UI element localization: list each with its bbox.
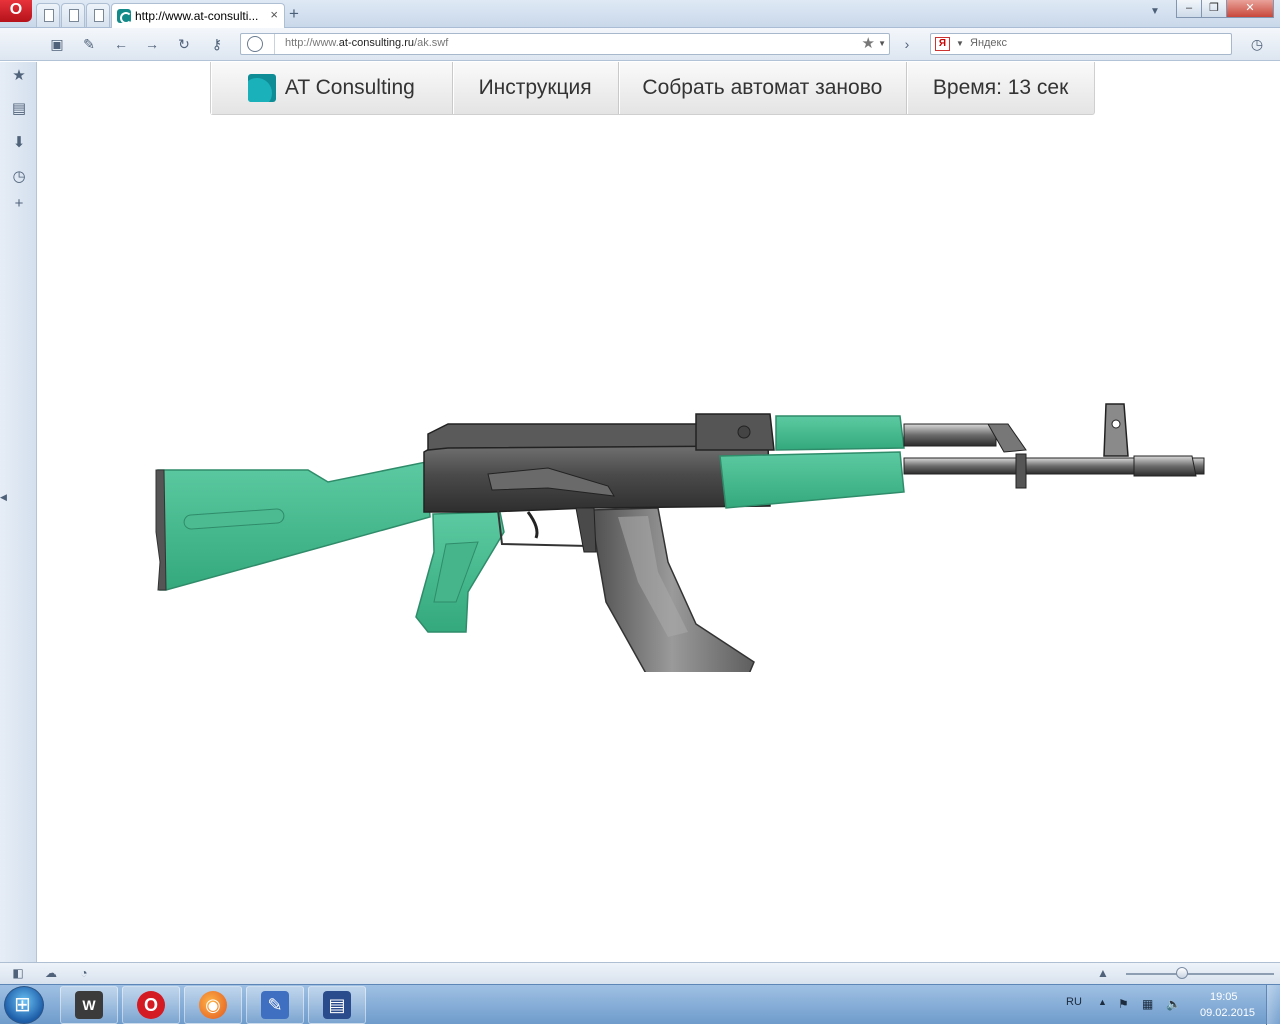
instructions-button[interactable]: Инструкция	[453, 62, 619, 114]
notes-icon[interactable]: ▤	[10, 100, 28, 118]
status-bar: ◧ ☁ ◔ ▲	[0, 962, 1280, 984]
action-center-flag-icon[interactable]: ⚑	[1118, 997, 1129, 1011]
barrel-band	[1015, 453, 1027, 489]
speed-dial-clock-icon[interactable]: ◷	[1248, 35, 1266, 53]
turbo-gauge-icon[interactable]: ◔	[76, 966, 92, 981]
world-of-tanks-icon: W	[75, 991, 103, 1019]
page-content: AT Consulting Инструкция Собрать автомат…	[38, 62, 1280, 962]
url-scheme: http://www.	[285, 37, 339, 49]
tab-close-icon[interactable]: ×	[270, 7, 278, 22]
sidebar-collapse-icon[interactable]: ◀	[0, 492, 7, 503]
closed-tabs-icon[interactable]: ▣	[48, 35, 66, 53]
tab-list-chevron-icon[interactable]: ▼	[1150, 6, 1160, 17]
volume-icon[interactable]: 🔈	[1166, 997, 1181, 1011]
address-separator	[274, 34, 275, 54]
zoom-slider-track[interactable]	[1126, 973, 1274, 975]
opera-unite-cloud-icon[interactable]: ☁	[43, 966, 59, 981]
edit-pen-icon[interactable]: ✎	[80, 35, 98, 53]
tab-active[interactable]: http://www.at-consulti... ×	[111, 3, 285, 28]
search-engine-dropdown-icon[interactable]: ▼	[956, 39, 964, 48]
reassemble-button[interactable]: Собрать автомат заново	[619, 62, 908, 114]
bookmark-star-icon[interactable]: ★	[862, 34, 875, 52]
start-button[interactable]	[4, 986, 44, 1024]
tab-blank-2[interactable]	[61, 3, 85, 27]
timer-display: Время: 13 сек	[907, 62, 1094, 114]
tray-expand-icon[interactable]: ▲	[1098, 997, 1107, 1007]
address-url[interactable]: http://www.at-consulting.ru/ak.swf	[285, 37, 448, 49]
document-icon	[44, 9, 54, 22]
stock-butt-plate	[155, 469, 167, 591]
rear-sight-pivot	[737, 425, 751, 439]
address-dropdown-icon[interactable]: ▼	[878, 39, 886, 48]
opera-icon: O	[137, 991, 165, 1019]
sidebar: ★ ▤ ⬇ ◷ + ◀	[0, 62, 37, 962]
zoom-slider-thumb[interactable]	[1176, 967, 1188, 979]
front-sight[interactable]	[1103, 403, 1129, 457]
trigger[interactable]	[526, 511, 539, 539]
tab-blank-1[interactable]	[36, 3, 60, 27]
lower-handguard[interactable]	[719, 451, 905, 509]
gas-tube[interactable]	[903, 423, 997, 447]
clock-time[interactable]: 19:05	[1210, 991, 1238, 1003]
window-close-button[interactable]: ✕	[1226, 0, 1274, 18]
back-arrow-icon[interactable]: ←	[112, 35, 130, 53]
minimize-button[interactable]: ‒	[1176, 0, 1202, 18]
taskbar-app-world-of-tanks[interactable]: W	[60, 986, 118, 1024]
pen-tool-icon: ✎	[261, 991, 289, 1019]
reload-icon[interactable]: ↻	[175, 35, 193, 53]
show-desktop-button[interactable]	[1266, 985, 1280, 1025]
site-menu-bar: AT Consulting Инструкция Собрать автомат…	[210, 62, 1095, 115]
taskbar-app-display-settings[interactable]: ▤	[308, 986, 366, 1024]
opera-menu-button[interactable]: O	[0, 0, 32, 22]
history-clock-icon[interactable]: ◷	[10, 168, 28, 186]
add-panel-icon[interactable]: +	[10, 195, 28, 213]
rifle-illustration	[155, 403, 1205, 672]
windows-taskbar: W O ◉ ✎ ▤ RU ▲ ⚑ ▦ 🔈 19:05 09.02.2015	[0, 984, 1280, 1025]
taskbar-app-pen-tool[interactable]: ✎	[246, 986, 304, 1024]
tab-blank-3[interactable]	[86, 3, 110, 27]
search-field[interactable]: Я ▼ Яндекс	[930, 33, 1232, 55]
restore-button[interactable]: ❐	[1201, 0, 1227, 18]
yandex-icon: Я	[935, 37, 950, 51]
magazine[interactable]	[589, 507, 755, 672]
muzzle-brake[interactable]	[1133, 455, 1197, 477]
front-sight-hole	[1111, 419, 1121, 429]
upper-handguard[interactable]	[775, 415, 905, 451]
site-favicon-icon	[117, 9, 132, 24]
firefox-icon: ◉	[199, 991, 227, 1019]
logo-text: AT Consulting	[284, 76, 415, 99]
new-tab-button[interactable]: +	[289, 4, 299, 24]
language-indicator[interactable]: RU	[1066, 996, 1082, 1008]
bookmarks-star-icon[interactable]: ★	[10, 67, 28, 85]
tab-bar: O http://www.at-consulti... × + ▼ ‒ ❐ ✕	[0, 0, 1280, 28]
panel-toggle-icon[interactable]: ◧	[10, 966, 26, 981]
key-icon[interactable]: ⚷	[206, 35, 228, 53]
zoom-up-icon[interactable]: ▲	[1095, 966, 1111, 981]
network-icon[interactable]: ▦	[1142, 997, 1153, 1011]
display-settings-icon: ▤	[323, 991, 351, 1019]
document-icon	[69, 9, 79, 22]
url-path: /ak.swf	[414, 37, 449, 49]
address-bar[interactable]: http://www.at-consulting.ru/ak.swf ★ ▼	[240, 33, 890, 55]
taskbar-app-opera[interactable]: O	[122, 986, 180, 1024]
tab-title: http://www.at-consulti...	[135, 9, 259, 23]
logo-link[interactable]: AT Consulting	[211, 62, 453, 114]
document-icon	[94, 9, 104, 22]
taskbar-app-firefox[interactable]: ◉	[184, 986, 242, 1024]
at-consulting-logo-icon	[247, 74, 276, 102]
system-tray: RU ▲ ⚑ ▦ 🔈 19:05 09.02.2015	[1060, 985, 1280, 1025]
rear-sight[interactable]	[695, 413, 775, 451]
globe-icon	[247, 36, 263, 52]
search-placeholder: Яндекс	[970, 37, 1007, 49]
navigation-bar: ▣ ✎ ← → ↻ ⚷ http://www.at-consulting.ru/…	[0, 28, 1280, 61]
clock-date[interactable]: 09.02.2015	[1200, 1007, 1255, 1019]
forward-arrow-icon[interactable]: →	[143, 35, 161, 53]
url-host: at-consulting.ru	[338, 37, 415, 49]
chevron-right-icon[interactable]: ›	[898, 35, 916, 53]
downloads-icon[interactable]: ⬇	[10, 134, 28, 152]
